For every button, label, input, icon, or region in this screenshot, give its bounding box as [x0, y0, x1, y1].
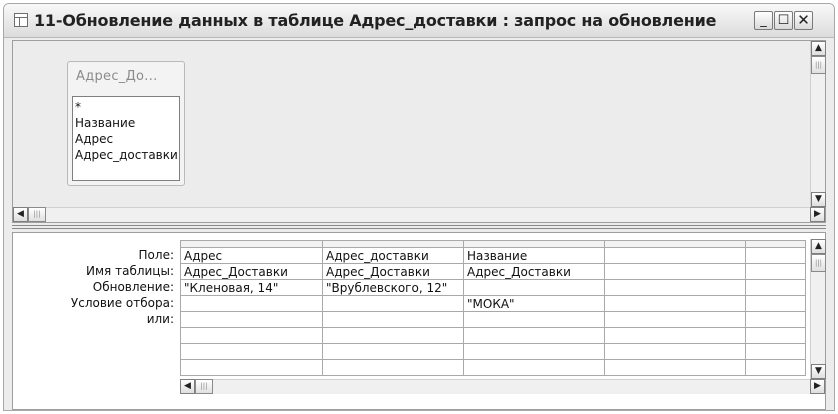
scroll-right-icon[interactable]: ▶ — [810, 379, 825, 394]
scroll-left-icon[interactable]: ◀ — [13, 207, 28, 222]
grid-cell[interactable] — [322, 327, 464, 344]
grid-cell[interactable]: Адрес_Доставки — [322, 263, 464, 280]
close-button[interactable]: ✕ — [794, 11, 813, 30]
table-row — [180, 327, 806, 344]
scroll-thumb[interactable]: ||| — [195, 379, 213, 394]
grid-row-labels: Поле: Имя таблицы: Обновление: Условие о… — [13, 240, 178, 327]
grid-cell[interactable] — [463, 359, 605, 376]
query-icon — [14, 13, 28, 27]
grid-cell[interactable]: "Врублевского, 12" — [322, 279, 464, 296]
window-title: 11-Обновление данных в таблице Адрес_дос… — [34, 11, 717, 30]
field-list[interactable]: * Название Адрес Адрес_доставки — [72, 96, 180, 181]
maximize-button[interactable]: ☐ — [774, 11, 793, 30]
grid-cell[interactable] — [180, 343, 323, 360]
row-label-criteria: Условие отбора: — [70, 296, 174, 310]
grid-cell[interactable] — [463, 279, 605, 296]
scroll-left-icon[interactable]: ◀ — [180, 379, 195, 394]
scroll-up-icon[interactable]: ▲ — [811, 41, 826, 56]
table-row — [180, 359, 806, 376]
grid-cell[interactable] — [322, 343, 464, 360]
grid-cell[interactable] — [604, 327, 746, 344]
grid-horizontal-scrollbar[interactable]: ◀ ||| ▶ — [180, 379, 825, 394]
table-field-list[interactable]: Адрес_До... * Название Адрес Адрес_доста… — [67, 61, 185, 186]
grid-cell[interactable] — [180, 311, 323, 328]
grid-cell[interactable] — [463, 327, 605, 344]
scroll-down-icon[interactable]: ▼ — [811, 364, 826, 379]
grid-cell[interactable] — [745, 311, 806, 328]
upper-horizontal-scrollbar[interactable]: ◀ ||| ▶ — [13, 207, 825, 222]
scroll-thumb[interactable]: ||| — [811, 254, 826, 272]
grid-cell[interactable] — [604, 279, 746, 296]
grid-cell[interactable] — [604, 343, 746, 360]
grid-cell[interactable] — [745, 295, 806, 312]
grid-cell[interactable]: Адрес_Доставки — [180, 263, 323, 280]
minimize-icon: _ — [760, 13, 767, 28]
scroll-thumb[interactable]: ||| — [811, 56, 826, 74]
grid-cell[interactable] — [604, 359, 746, 376]
grid-cell[interactable] — [322, 311, 464, 328]
row-label-table: Имя таблицы: — [86, 264, 174, 278]
grid-cell[interactable] — [322, 295, 464, 312]
table-row: "Кленовая, 14" "Врублевского, 12" — [180, 279, 806, 296]
upper-vertical-scrollbar[interactable]: ▲ ||| ▼ — [810, 41, 826, 207]
column-selector[interactable] — [180, 240, 323, 248]
grid-vertical-scrollbar[interactable]: ▲ ||| ▼ — [810, 239, 826, 379]
grid-cell[interactable] — [180, 295, 323, 312]
grid-cell[interactable] — [745, 327, 806, 344]
grid-cell[interactable]: "МОКА" — [463, 295, 605, 312]
grid-cell[interactable] — [745, 359, 806, 376]
grid-cell[interactable]: Адрес_доставки — [322, 247, 464, 264]
grid-cell[interactable] — [745, 279, 806, 296]
scroll-down-icon[interactable]: ▼ — [811, 192, 826, 207]
design-grid: Адрес Адрес_доставки Название Адрес_Дост… — [180, 240, 806, 376]
column-selector[interactable] — [463, 240, 605, 248]
grid-cell[interactable]: Адрес — [180, 247, 323, 264]
table-row — [180, 311, 806, 328]
query-window: 11-Обновление данных в таблице Адрес_дос… — [3, 3, 835, 411]
field-list-item[interactable]: * — [73, 99, 179, 115]
column-selector[interactable] — [745, 240, 806, 248]
grid-cell[interactable] — [180, 327, 323, 344]
grid-cell[interactable] — [604, 311, 746, 328]
grid-cell[interactable] — [604, 295, 746, 312]
grid-cell[interactable] — [180, 359, 323, 376]
scroll-up-icon[interactable]: ▲ — [811, 239, 826, 254]
pane-splitter[interactable] — [12, 225, 826, 229]
table-pane: Адрес_До... * Название Адрес Адрес_доста… — [12, 40, 826, 223]
table-row: Адрес_Доставки Адрес_Доставки Адрес_Дост… — [180, 263, 806, 280]
title-bar[interactable]: 11-Обновление данных в таблице Адрес_дос… — [4, 4, 834, 38]
table-field-list-title[interactable]: Адрес_До... — [76, 69, 158, 84]
grid-cell[interactable] — [322, 359, 464, 376]
grid-cell[interactable] — [745, 263, 806, 280]
grid-cell[interactable] — [604, 263, 746, 280]
field-list-item[interactable]: Название — [73, 115, 179, 131]
table-row: "МОКА" — [180, 295, 806, 312]
grid-cell[interactable]: Название — [463, 247, 605, 264]
grid-cell[interactable] — [463, 343, 605, 360]
grid-cell[interactable] — [745, 247, 806, 264]
maximize-icon: ☐ — [777, 13, 790, 28]
field-list-item[interactable]: Адрес — [73, 131, 179, 147]
row-label-update: Обновление: — [92, 280, 174, 294]
column-selector[interactable] — [322, 240, 464, 248]
grid-cell[interactable] — [463, 311, 605, 328]
grid-cell[interactable]: Адрес_Доставки — [463, 263, 605, 280]
grid-cell[interactable] — [745, 343, 806, 360]
scroll-thumb[interactable]: ||| — [28, 207, 46, 222]
design-grid-pane: Поле: Имя таблицы: Обновление: Условие о… — [12, 232, 826, 410]
grid-cell[interactable] — [604, 247, 746, 264]
column-selector[interactable] — [604, 240, 746, 248]
field-list-item[interactable]: Адрес_доставки — [73, 147, 179, 163]
minimize-button[interactable]: _ — [754, 11, 773, 30]
row-label-or: или: — [146, 312, 174, 326]
scroll-right-icon[interactable]: ▶ — [810, 207, 825, 222]
close-icon: ✕ — [797, 11, 810, 29]
table-row: Адрес Адрес_доставки Название — [180, 247, 806, 264]
table-row — [180, 343, 806, 360]
grid-cell[interactable]: "Кленовая, 14" — [180, 279, 323, 296]
row-label-field: Поле: — [138, 248, 174, 262]
